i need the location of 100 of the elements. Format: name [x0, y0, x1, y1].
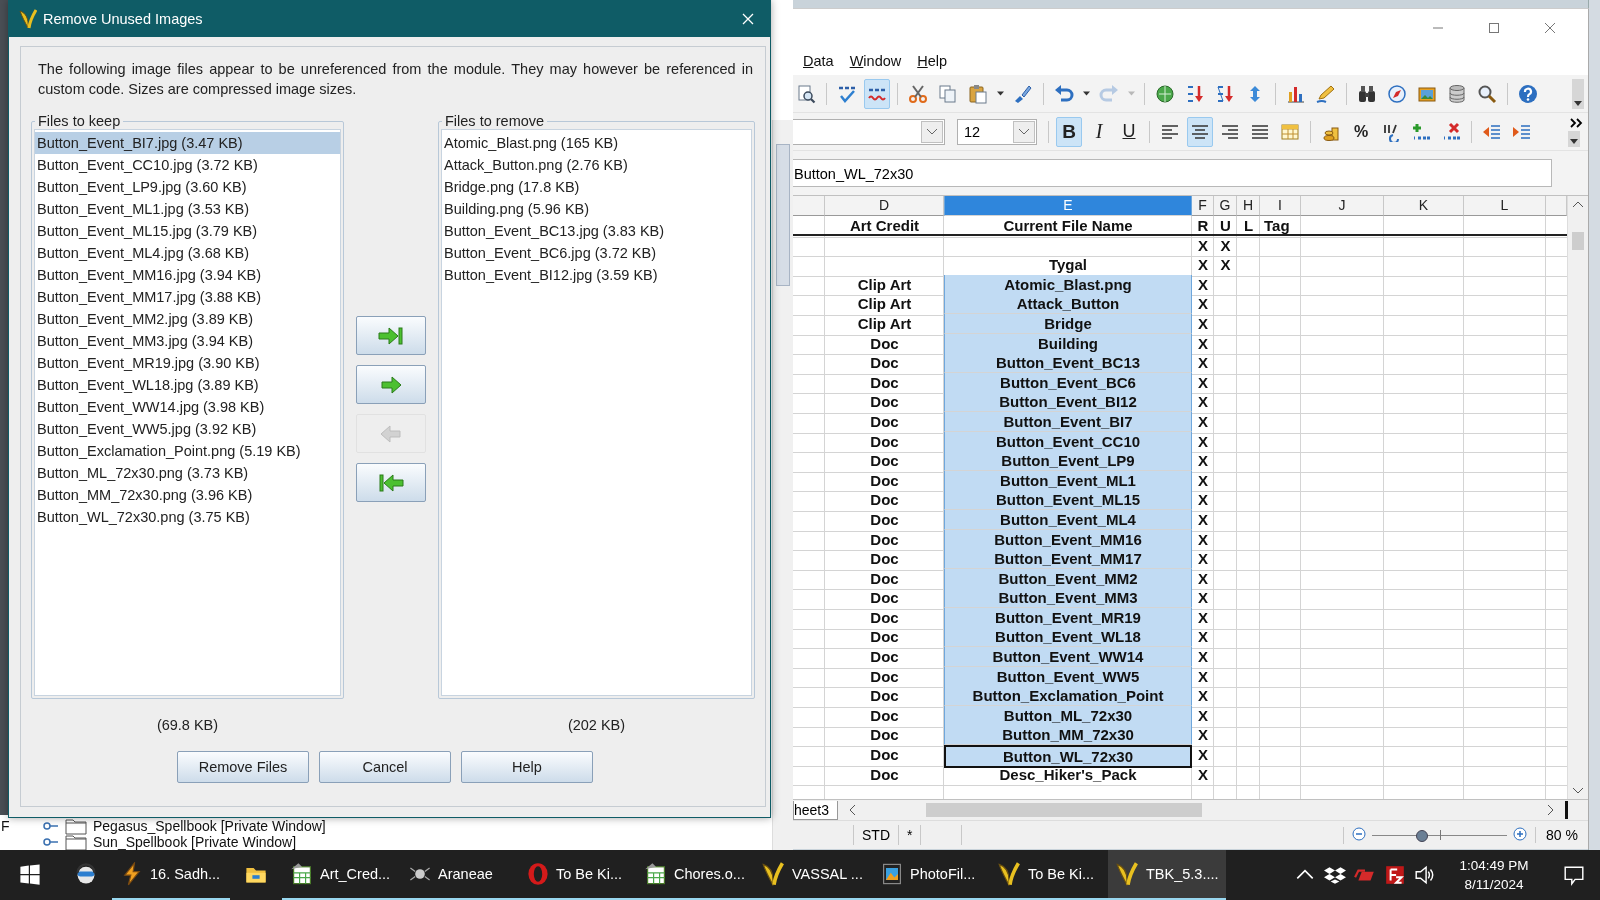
scrollbar[interactable]	[1567, 196, 1588, 799]
list-item[interactable]: Button_Event_ML1.jpg (3.53 KB)	[35, 198, 340, 220]
taskbar-button[interactable]: TBK_5.3....	[1108, 850, 1226, 900]
pencil-icon	[1316, 83, 1336, 104]
caret-icon	[1570, 136, 1578, 145]
taskbar-button[interactable]: Chores.o...	[636, 850, 754, 900]
column-header[interactable]: G	[1214, 196, 1237, 216]
slider-thumb[interactable]	[1415, 830, 1428, 842]
caret-icon	[1574, 98, 1582, 107]
list-item[interactable]: Button_Event_WW14.jpg (3.98 KB)	[35, 396, 340, 418]
list-item[interactable]: Button_Event_BI12.jpg (3.59 KB)	[442, 264, 751, 286]
list-item[interactable]: Button_Event_LP9.jpg (3.60 KB)	[35, 176, 340, 198]
underline-button[interactable]: U	[1116, 116, 1142, 147]
table-cell-text: Doc	[869, 549, 900, 570]
list-item[interactable]: Button_Event_BC6.jpg (3.72 KB)	[442, 242, 751, 264]
move-all-right-button[interactable]	[356, 316, 426, 355]
tree-item[interactable]: Pegasus_Spellbook [Private Window]	[93, 818, 326, 834]
column-header[interactable]: J	[1301, 196, 1384, 216]
taskbar-button[interactable]: VASSAL ...	[754, 850, 872, 900]
table-cell-text: X	[1197, 529, 1209, 550]
list-item[interactable]: Button_WL_72x30.png (3.75 KB)	[35, 506, 340, 528]
list-item[interactable]: Attack_Button.png (2.76 KB)	[442, 154, 751, 176]
spreadsheet-icon	[290, 862, 314, 886]
dialog-button[interactable]: Remove Files	[177, 751, 309, 783]
message-text: The following image files appear to be unreferenced from the module. They may however be referenced in custom code. Sizes are compressed image sizes.	[38, 60, 753, 99]
list-item[interactable]: Button_MM_72x30.png (3.96 KB)	[35, 484, 340, 506]
toolbar-overflow-button[interactable]	[1568, 130, 1580, 147]
table-cell-text: X	[1197, 451, 1209, 472]
list-item[interactable]: Button_Event_MM3.jpg (3.94 KB)	[35, 330, 340, 352]
list-item[interactable]: Bridge.png (17.8 KB)	[442, 176, 751, 198]
scrollbar-thumb[interactable]	[1572, 232, 1584, 250]
list-item[interactable]: Atomic_Blast.png (165 KB)	[442, 132, 751, 154]
taskbar-button[interactable]: PhotoFil...	[872, 850, 990, 900]
tree-expander-icon[interactable]	[43, 820, 59, 832]
font-size-field[interactable]: 12	[957, 118, 1037, 145]
tree-expander-icon[interactable]	[43, 836, 59, 848]
table-cell-text: X	[1197, 568, 1209, 589]
table-cell-text: X	[1197, 745, 1209, 766]
zoom-in-button[interactable]	[1513, 826, 1528, 844]
auto-spelling-button[interactable]	[864, 78, 890, 109]
zoom-out-button[interactable]	[1352, 826, 1367, 844]
column-header[interactable]: D	[825, 196, 944, 216]
table-cell: Building	[944, 333, 1192, 354]
move-all-left-button[interactable]	[356, 463, 426, 502]
taskbar-button[interactable]: Art_Cred...	[282, 850, 400, 900]
list-item[interactable]: Button_Event_WL18.jpg (3.89 KB)	[35, 374, 340, 396]
column-header[interactable]: I	[1260, 196, 1301, 216]
list-item[interactable]: Button_Event_BI7.jpg (3.47 KB)	[35, 132, 340, 154]
status-text: *	[899, 825, 922, 845]
toolbar-overflow-button[interactable]	[1572, 78, 1584, 109]
move-right-button[interactable]	[356, 365, 426, 404]
column-header[interactable]: F	[1192, 196, 1214, 216]
list-item[interactable]: Button_Event_CC10.jpg (3.72 KB)	[35, 154, 340, 176]
scrollbar-thumb[interactable]	[776, 144, 790, 286]
taskbar-button[interactable]: Araneae	[400, 850, 518, 900]
table-cell-text: Doc	[869, 333, 900, 354]
tree-item[interactable]: Sun_Spellbook [Private Window]	[93, 834, 297, 850]
column-header[interactable]	[793, 196, 825, 216]
list-item[interactable]: Button_Event_MM17.jpg (3.88 KB)	[35, 286, 340, 308]
align-center-button[interactable]	[1187, 116, 1213, 147]
column-header[interactable]: K	[1384, 196, 1464, 216]
clock-button[interactable]: 1:04:49 PM 8/11/2024	[1440, 850, 1548, 900]
list-item[interactable]: Button_Event_BC13.jpg (3.83 KB)	[442, 220, 751, 242]
bold-button[interactable]: B	[1056, 116, 1082, 147]
table-cell: Button_WL_72x30	[944, 745, 1192, 769]
table-cell-text: X	[1197, 431, 1209, 452]
list-item[interactable]: Button_Event_MM2.jpg (3.89 KB)	[35, 308, 340, 330]
menu-item[interactable]: Data	[803, 53, 834, 69]
table-cell-text: Doc	[869, 568, 900, 589]
dialog-button[interactable]: Cancel	[319, 751, 451, 783]
font-name-field[interactable]	[793, 118, 945, 145]
list-item[interactable]: Button_ML_72x30.png (3.73 KB)	[35, 462, 340, 484]
list-item[interactable]: Button_Event_WW5.jpg (3.92 KB)	[35, 418, 340, 440]
list-item[interactable]: Button_Event_MM16.jpg (3.94 KB)	[35, 264, 340, 286]
list-item[interactable]: Button_Event_ML15.jpg (3.79 KB)	[35, 220, 340, 242]
sheet-tab[interactable]: heet3	[793, 800, 839, 820]
list-item[interactable]: Button_Exclamation_Point.png (5.19 KB)	[35, 440, 340, 462]
size-total: (69.8 KB)	[156, 717, 219, 733]
list-item[interactable]: Button_Event_ML4.jpg (3.68 KB)	[35, 242, 340, 264]
formula-field[interactable]: Button_WL_72x30	[793, 159, 1552, 187]
taskbar-button[interactable]: 16. Sadh...	[112, 850, 230, 900]
table-cell: Button_ML_72x30	[944, 705, 1192, 726]
italic-button[interactable]: I	[1086, 116, 1112, 147]
scrollbar-thumb[interactable]	[926, 803, 1203, 817]
percent-button[interactable]: %	[1348, 116, 1374, 147]
column-header[interactable]: H	[1237, 196, 1260, 216]
column-header[interactable]: L	[1464, 196, 1546, 216]
column-header[interactable]: E	[944, 196, 1192, 216]
scrollbar[interactable]	[772, 120, 793, 850]
table-cell-text: R	[1196, 216, 1210, 236]
file-list[interactable]: Atomic_Blast.png (165 KB) Attack_Button.png (2.76 KB) Bridge.png (17.8 KB) Building.png (5.96 KB) Button_Event_BC13.jpg (3.83 KB) Button_Event_BC6.jpg (3.72 KB) Button_Event_BI12.jpg (3.59 KB)	[441, 129, 752, 696]
list-item[interactable]: Building.png (5.96 KB)	[442, 198, 751, 220]
menu-item[interactable]: Help	[917, 53, 948, 69]
logo-icon	[1116, 862, 1140, 886]
list-item[interactable]: Button_Event_MR19.jpg (3.90 KB)	[35, 352, 340, 374]
table-cell: Button_Exclamation_Point	[944, 686, 1192, 707]
dropdown-arrow-icon	[996, 91, 1005, 96]
dialog-button[interactable]: Help	[461, 751, 593, 783]
taskbar-button[interactable]: To Be Ki...	[518, 850, 636, 900]
menu-item[interactable]: Window	[849, 53, 902, 69]
